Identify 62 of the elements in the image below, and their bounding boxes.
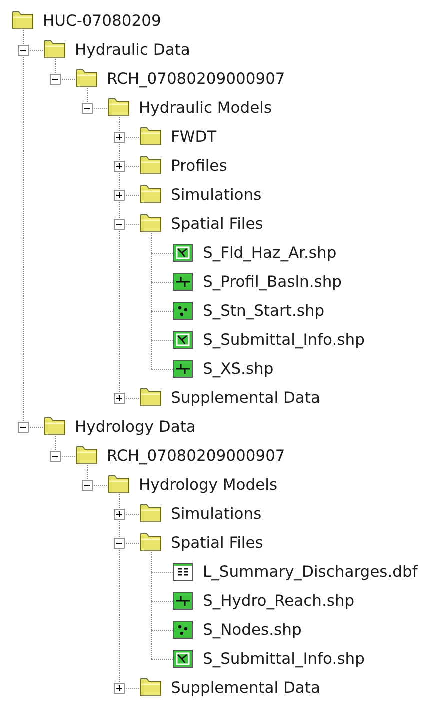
tree-item[interactable]: Hydrology Models	[135, 470, 278, 499]
tree-item[interactable]: Supplemental Data	[167, 673, 320, 702]
tree-item[interactable]: S_Profil_Basln.shp	[199, 267, 342, 296]
tree-item[interactable]: Hydrology Data	[71, 412, 196, 441]
folder-icon	[139, 214, 163, 233]
tree-item[interactable]: Simulations	[167, 180, 262, 209]
folder-icon	[11, 11, 35, 30]
expand-button[interactable]	[114, 190, 125, 201]
tree-item[interactable]: Spatial Files	[167, 209, 264, 238]
folder-icon	[43, 40, 67, 59]
tree-item[interactable]: S_Fld_Haz_Ar.shp	[199, 238, 337, 267]
points-layer-icon	[173, 302, 193, 320]
collapse-button[interactable]	[82, 103, 93, 114]
collapse-button[interactable]	[114, 538, 125, 549]
tree-item[interactable]: Profiles	[167, 151, 228, 180]
expand-button[interactable]	[114, 132, 125, 143]
expand-button[interactable]	[114, 393, 125, 404]
tree-item[interactable]: S_Stn_Start.shp	[199, 296, 325, 325]
folder-icon	[139, 678, 163, 697]
tree-item[interactable]: FWDT	[167, 122, 217, 151]
expand-button[interactable]	[114, 683, 125, 694]
tree-item[interactable]: Hydraulic Data	[71, 35, 190, 64]
folder-icon	[75, 446, 99, 465]
collapse-button[interactable]	[18, 45, 29, 56]
tree-item[interactable]: S_XS.shp	[199, 354, 274, 383]
expand-button[interactable]	[114, 161, 125, 172]
folder-icon	[139, 156, 163, 175]
tree-item[interactable]: Spatial Files	[167, 528, 264, 557]
folder-icon	[139, 185, 163, 204]
line-layer-icon	[173, 360, 193, 378]
tree-item[interactable]: RCH_07080209000907	[103, 64, 286, 93]
tree-item[interactable]: Simulations	[167, 499, 262, 528]
collapse-button[interactable]	[82, 480, 93, 491]
collapse-button[interactable]	[114, 219, 125, 230]
expand-button[interactable]	[114, 509, 125, 520]
folder-icon	[139, 504, 163, 523]
tree-item[interactable]: HUC-07080209	[39, 6, 162, 35]
folder-icon	[107, 475, 131, 494]
folder-icon	[107, 98, 131, 117]
line-layer-icon	[173, 272, 193, 290]
collapse-button[interactable]	[50, 451, 61, 462]
collapse-button[interactable]	[50, 74, 61, 85]
folder-icon	[139, 127, 163, 146]
tree-item[interactable]: S_Submittal_Info.shp	[199, 644, 365, 673]
folder-icon	[139, 533, 163, 552]
line-layer-icon	[173, 592, 193, 610]
tree-item[interactable]: S_Submittal_Info.shp	[199, 325, 365, 354]
collapse-button[interactable]	[18, 422, 29, 433]
table-icon	[173, 562, 193, 580]
polygon-layer-icon	[173, 330, 193, 348]
tree-item[interactable]: RCH_07080209000907	[103, 441, 286, 470]
tree-item[interactable]: Supplemental Data	[167, 383, 320, 412]
points-layer-icon	[173, 620, 193, 638]
folder-icon	[139, 388, 163, 407]
tree-item[interactable]: S_Hydro_Reach.shp	[199, 586, 355, 615]
tree-item[interactable]: S_Nodes.shp	[199, 615, 302, 644]
folder-icon	[43, 417, 67, 436]
tree-item[interactable]: L_Summary_Discharges.dbf	[199, 557, 418, 586]
polygon-layer-icon	[173, 650, 193, 668]
folder-icon	[75, 69, 99, 88]
polygon-layer-icon	[173, 244, 193, 262]
tree-item[interactable]: Hydraulic Models	[135, 93, 272, 122]
